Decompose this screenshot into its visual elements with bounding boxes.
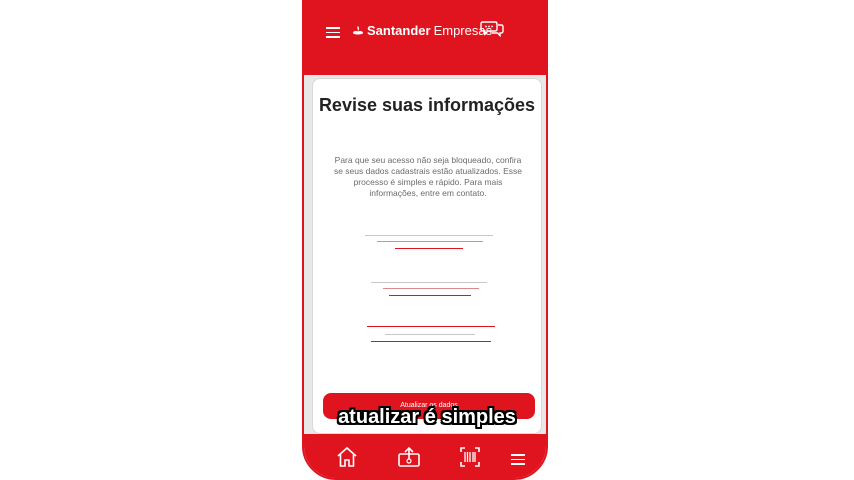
santander-flame-icon (353, 25, 363, 34)
video-caption: atualizar é simples (338, 406, 516, 428)
brand-logo: Santander Empresas (352, 23, 492, 38)
brand-name: Santander (367, 23, 431, 38)
card-title: Revise suas informações (318, 95, 536, 115)
divider-line (385, 334, 475, 335)
divider-line (367, 326, 495, 327)
barcode-icon[interactable] (459, 446, 481, 468)
app-header: Santander Empresas (304, 2, 546, 38)
transfer-icon[interactable] (397, 446, 421, 468)
home-icon[interactable] (336, 446, 358, 468)
chat-icon[interactable] (480, 19, 504, 39)
divider-line (371, 282, 487, 283)
divider-line (365, 235, 493, 236)
card-description: Para que seu acesso não seja bloqueado, … (333, 155, 523, 198)
divider-line (395, 248, 463, 249)
divider-line (383, 288, 479, 289)
divider-line (377, 241, 483, 242)
divider-line (371, 341, 491, 342)
bottom-nav (304, 434, 546, 478)
hamburger-menu-icon[interactable] (326, 27, 340, 38)
review-info-card: Revise suas informações Para que seu ace… (312, 78, 542, 434)
divider-line (389, 295, 471, 296)
nav-menu-icon[interactable] (511, 454, 525, 465)
